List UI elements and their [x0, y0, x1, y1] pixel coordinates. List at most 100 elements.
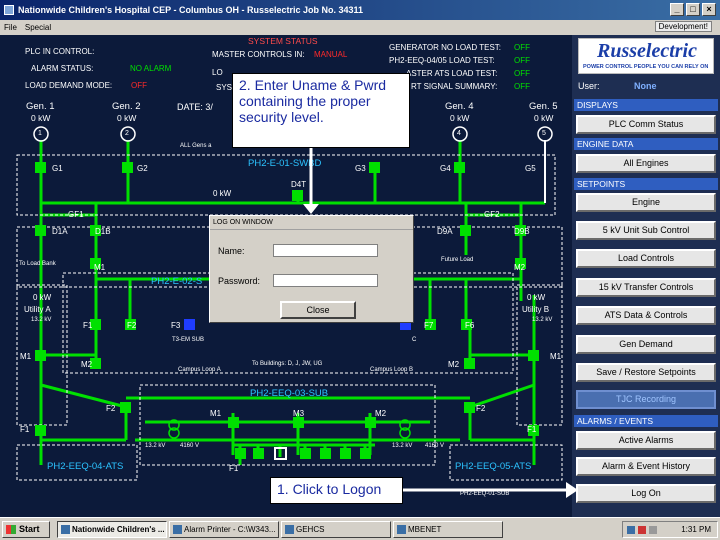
minimize-button[interactable]: _ [670, 3, 684, 16]
gen-demand-button[interactable]: Gen Demand [576, 335, 716, 354]
alarm-status-value: NO ALARM [130, 64, 172, 73]
taskbar-item-alarm-printer[interactable]: Alarm Printer - C:\W343... [169, 521, 279, 538]
gen4-kw: 0 kW [450, 113, 470, 123]
campus-loop-a-label: Campus Loop A [178, 367, 221, 373]
active-alarms-button[interactable]: Active Alarms [576, 431, 716, 450]
g3-label: G3 [355, 164, 366, 173]
gen-no-load-value: OFF [514, 43, 530, 52]
title-bar: Nationwide Children's Hospital CEP - Col… [0, 0, 720, 20]
gen1-number: 1 [38, 130, 42, 137]
d9a-label: D9A [437, 227, 453, 236]
taskbar-item-gehcs[interactable]: GEHCS [281, 521, 391, 538]
d1a-label: D1A [52, 227, 68, 236]
util-b-label: Utility B [522, 305, 550, 314]
gen1-kw: 0 kW [31, 113, 51, 123]
section-alarms-events: ALARMS / EVENTS [574, 415, 718, 427]
ph2-load-value: OFF [514, 56, 530, 65]
printer-icon [173, 525, 182, 534]
f3-label: F3 [171, 321, 181, 330]
window-title: Nationwide Children's Hospital CEP - Col… [18, 5, 364, 15]
close-button-logon[interactable]: Close [280, 301, 356, 319]
development-button[interactable]: Development! [654, 21, 712, 32]
alarm-history-button[interactable]: Alarm & Event History [576, 457, 716, 476]
taskbar-item-mbenet[interactable]: MBENET [393, 521, 503, 538]
section-engine-data: ENGINE DATA [574, 138, 718, 150]
save-restore-button[interactable]: Save / Restore Setpoints [576, 363, 716, 382]
f2-lower-left-label: F2 [106, 404, 116, 413]
section-displays: DISPLAYS [574, 99, 718, 111]
start-signal-label: RT SIGNAL SUMMARY: [411, 82, 498, 91]
maximize-button[interactable]: □ [686, 3, 700, 16]
menu-special[interactable]: Special [25, 23, 51, 32]
tray-network-icon[interactable] [627, 526, 635, 534]
taskbar-item-nationwide[interactable]: Nationwide Children's ... [57, 521, 167, 538]
tray-speaker-icon[interactable] [649, 526, 657, 534]
master-ats-label: ASTER ATS LOAD TEST: [406, 69, 498, 78]
f2-label: F2 [127, 321, 137, 330]
name-input[interactable] [273, 244, 378, 257]
gen2-number: 2 [125, 130, 129, 137]
log-on-button[interactable]: Log On [576, 484, 716, 503]
callout-step-2: 2. Enter Uname & Pwrd containing the pro… [232, 73, 410, 148]
unit-sub-control-button[interactable]: 5 kV Unit Sub Control [576, 221, 716, 240]
alarm-status-label: ALARM STATUS: [31, 64, 94, 73]
gen2-name: Gen. 2 [112, 101, 141, 112]
m1-right-label: M1 [550, 352, 562, 361]
tray-shield-icon[interactable] [638, 526, 646, 534]
app-icon [4, 5, 14, 15]
c-label: C [412, 337, 417, 343]
taskbar-item-label: GEHCS [296, 525, 325, 534]
util-b-voltage: 13.2 kV [532, 317, 553, 323]
plc-comm-status-button[interactable]: PLC Comm Status [576, 115, 716, 134]
m2-sub-label: M2 [375, 409, 387, 418]
taskbar-item-label: Alarm Printer - C:\W343... [184, 525, 276, 534]
f1-lower-left-label: F1 [20, 425, 30, 434]
kv132a-label: 13.2 kV [145, 443, 166, 449]
app-icon [397, 525, 406, 534]
eq02-label: PH2-E-02-S [151, 276, 203, 287]
v4160a-label: 4160 V [180, 443, 200, 449]
password-input[interactable] [273, 274, 378, 287]
master-controls-value: MANUAL [314, 50, 348, 59]
start-label: Start [19, 524, 40, 534]
m2-top-label: M2 [514, 263, 526, 272]
menu-file[interactable]: File [4, 23, 17, 32]
system-status-title: SYSTEM STATUS [248, 36, 318, 46]
clock: 1:31 PM [681, 525, 711, 534]
kv132b-label: 13.2 kV [392, 443, 413, 449]
to-buildings-label: To Buildings: D, J, JW, UG [252, 361, 323, 367]
taskbar-item-label: MBENET [408, 525, 442, 534]
ats-data-button[interactable]: ATS Data & Controls [576, 306, 716, 325]
m2-right-label: M2 [448, 360, 460, 369]
master-ats-value: OFF [514, 69, 530, 78]
user-label: User: [578, 81, 600, 91]
callout-step-1: 1. Click to Logon [270, 477, 403, 504]
user-line: User: None [578, 81, 714, 91]
app-icon [285, 525, 294, 534]
user-value: None [634, 81, 657, 91]
m1-sub-label: M1 [210, 409, 222, 418]
gen2-kw: 0 kW [117, 113, 137, 123]
eq05-label: PH2-EEQ-05-ATS [455, 461, 532, 472]
gf2-label: GF2 [484, 210, 500, 219]
start-button[interactable]: Start [2, 521, 50, 538]
all-engines-button[interactable]: All Engines [576, 154, 716, 173]
gen5-name: Gen. 5 [529, 101, 558, 112]
transfer-controls-button[interactable]: 15 kV Transfer Controls [576, 278, 716, 297]
taskbar-item-label: Nationwide Children's ... [72, 525, 165, 534]
close-button[interactable]: × [702, 3, 716, 16]
right-panel: Russelectric POWER CONTROL PEOPLE YOU CA… [572, 35, 720, 517]
load-controls-button[interactable]: Load Controls [576, 249, 716, 268]
gen4-name: Gen. 4 [445, 101, 474, 112]
taskbar: Start Nationwide Children's ... Alarm Pr… [0, 517, 720, 540]
windows-flag-icon [6, 525, 16, 534]
load-demand-value: OFF [131, 81, 147, 90]
tjc-recording-button[interactable]: TJC Recording [576, 390, 716, 409]
d1b-label: D1B [95, 227, 111, 236]
menu-bar: File Special Development! [0, 20, 720, 35]
password-label: Password: [218, 276, 261, 286]
engine-button[interactable]: Engine [576, 193, 716, 212]
m1-left-label: M1 [20, 352, 32, 361]
gf1-label: GF1 [68, 210, 84, 219]
future-load-label: Future Load [441, 257, 474, 263]
